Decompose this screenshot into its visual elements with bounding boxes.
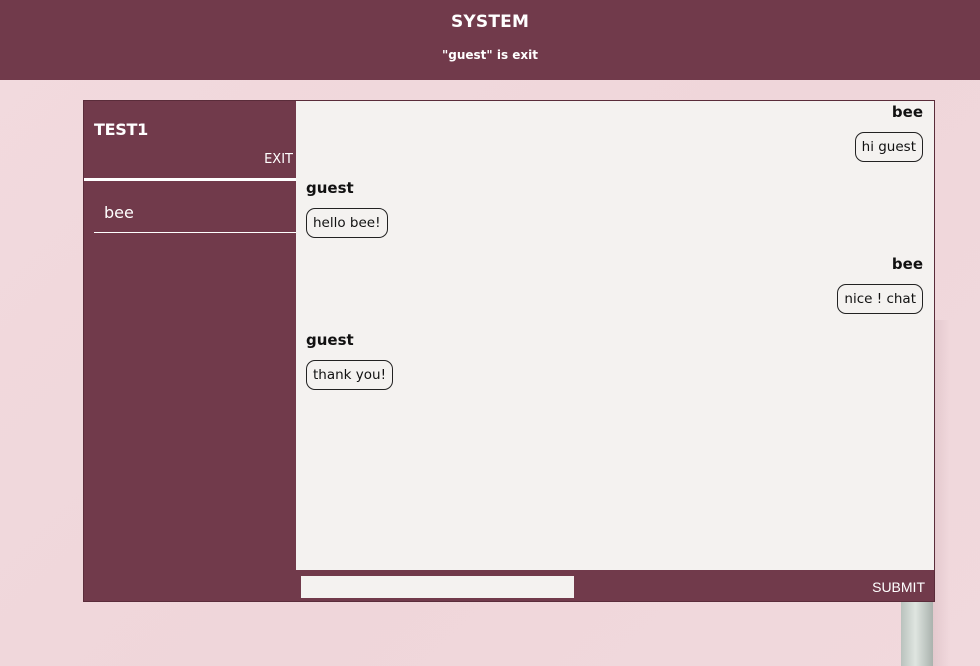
system-title: SYSTEM [450,12,530,32]
composer-bar: SUBMIT [296,570,934,601]
message-bubble: thank you! [306,360,394,390]
background-pole [901,596,933,666]
user-name: bee [104,203,134,222]
user-list-item[interactable]: bee [94,192,296,233]
message-sender: guest [306,179,354,197]
message-item: bee nice ! chat [296,253,934,329]
message-input[interactable] [301,576,574,598]
chat-window: TEST1 EXIT bee bee hi guest guest hello … [83,100,935,602]
system-message: "guest" is exit [442,48,538,62]
exit-button[interactable]: EXIT [264,152,293,167]
sidebar: TEST1 EXIT bee [84,101,296,601]
message-list[interactable]: bee hi guest guest hello bee! bee nice !… [296,101,934,570]
system-banner: SYSTEM "guest" is exit [0,0,980,80]
message-sender: bee [891,103,923,121]
sidebar-divider [84,178,296,181]
submit-button[interactable]: SUBMIT [872,579,925,595]
message-item: guest thank you! [296,329,934,405]
message-item: guest hello bee! [296,177,934,253]
message-item: bee hi guest [296,101,934,177]
message-bubble: nice ! chat [837,284,923,314]
message-sender: guest [306,331,354,349]
room-title: TEST1 [94,120,148,139]
message-sender: bee [891,255,923,273]
message-bubble: hi guest [854,132,923,162]
message-bubble: hello bee! [306,208,388,238]
